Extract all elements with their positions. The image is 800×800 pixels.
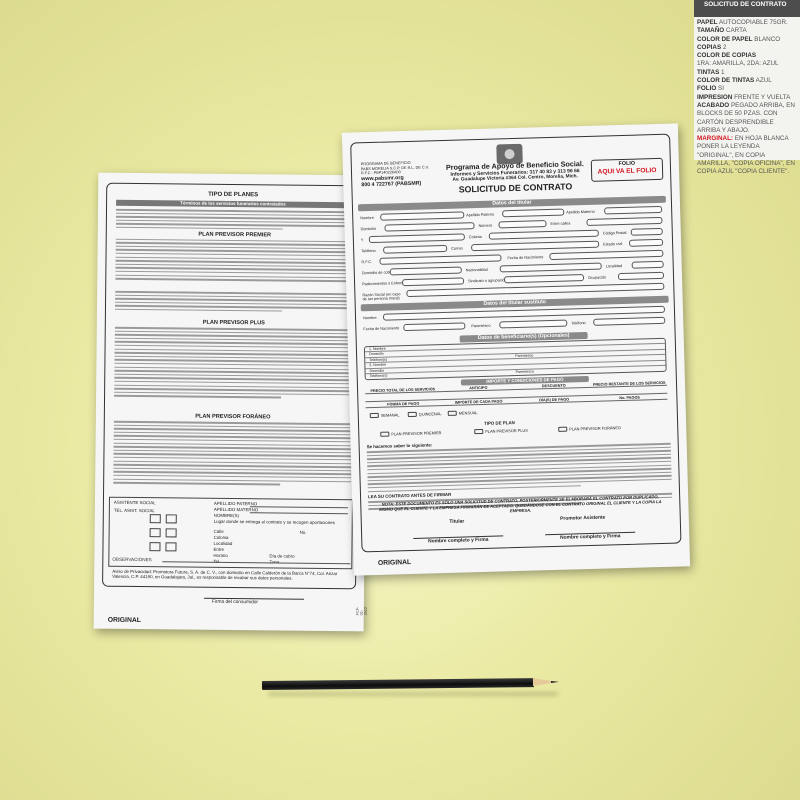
domicilio-field[interactable] bbox=[384, 222, 475, 232]
observaciones-label: OBSERVACIONES bbox=[112, 556, 152, 563]
nacionalidad-field[interactable] bbox=[499, 262, 602, 273]
label-ap-paterno: Apellido Paterno bbox=[466, 212, 495, 218]
tipo-plan-label: TIPO DE PLAN bbox=[483, 420, 515, 426]
label-rfc: R.F.C. bbox=[361, 259, 373, 265]
label-estado-civil: Estado civil bbox=[603, 241, 623, 247]
titular-fields: Nombre Apellido Paterno Apellido Materno… bbox=[360, 205, 665, 302]
back-text-block bbox=[114, 290, 354, 317]
label-tel-asistente: TEL. ASIST. SOCIAL bbox=[113, 507, 155, 514]
spec-panel-title: SOLICITUD DE CONTRATO bbox=[694, 0, 800, 17]
parentesco-sust-field[interactable] bbox=[499, 319, 568, 329]
spec-item: COLOR DE PAPEL BLANCO bbox=[697, 35, 781, 43]
section-foraneo: PLAN PREVISOR FORÁNEO bbox=[195, 413, 271, 421]
domicilio-cobro-field[interactable] bbox=[389, 266, 462, 276]
telefono-field[interactable] bbox=[383, 244, 448, 254]
spec-item: TINTAS 1 bbox=[697, 68, 725, 76]
spec-item: ACABADO PEGADO ARRIBA, EN BLOCKS DE 50 P… bbox=[697, 101, 795, 134]
label-asistente: ASISTENTE SOCIAL bbox=[113, 499, 156, 506]
label-ocupacion: Ocupación bbox=[587, 275, 607, 280]
header-center-block: Programa de Apoyo de Beneficio Social. I… bbox=[435, 159, 596, 195]
label-y: Y bbox=[360, 238, 364, 243]
checkbox-semanal[interactable]: SEMANAL bbox=[369, 412, 399, 419]
correo-field[interactable] bbox=[471, 240, 600, 252]
label-codigo-postal: Código Postal bbox=[602, 230, 627, 236]
label-sindicato: Sindicato o agrupación bbox=[468, 278, 507, 284]
label-telefono: Teléfono bbox=[361, 248, 376, 254]
y-field[interactable] bbox=[368, 233, 465, 244]
spec-item: IMPRESION FRENTE Y VUELTA bbox=[697, 93, 791, 101]
firma-consumidor: Firma del consumidor bbox=[211, 599, 259, 606]
label-colonia: Colonia bbox=[213, 534, 229, 540]
front-original-label: ORIGINAL bbox=[377, 559, 412, 567]
estado-civil-field[interactable] bbox=[628, 238, 664, 247]
label-razon-social: Razón Social (en caso de ser persona mor… bbox=[362, 292, 401, 302]
ap-paterno-field[interactable] bbox=[502, 208, 565, 218]
numero-field[interactable] bbox=[498, 220, 547, 229]
back-text-block: PLAN PREVISOR PLUS bbox=[114, 317, 353, 411]
label-localidad: Localidad bbox=[605, 264, 623, 269]
spec-panel: SOLICITUD DE CONTRATO PAPEL AUTOCOPIABLE… bbox=[694, 0, 800, 175]
ap-materno-field[interactable] bbox=[604, 205, 663, 215]
label-fecha-nac: Fecha de Nacimiento bbox=[507, 255, 544, 261]
padecimientos-field[interactable] bbox=[401, 277, 465, 287]
label-calle: Calle bbox=[213, 528, 224, 534]
ocupacion-field[interactable] bbox=[617, 271, 665, 281]
colonia-field[interactable] bbox=[488, 229, 599, 240]
label-telefono-sust: Teléfono bbox=[571, 321, 586, 326]
section-plus: PLAN PREVISOR PLUS bbox=[202, 319, 265, 327]
front-sheet: PROGRAMA DE BENEFICIO PABS MORELIA S.C.P… bbox=[341, 123, 691, 576]
localidad-field[interactable] bbox=[631, 260, 664, 269]
label-parentesco-sust: Parentesco bbox=[471, 323, 491, 329]
label-nacionalidad: Nacionalidad bbox=[465, 267, 488, 273]
label-entre: Entre bbox=[213, 546, 224, 552]
back-original-label: ORIGINAL bbox=[107, 616, 141, 625]
label-ap-materno: Apellido Materno bbox=[566, 209, 595, 215]
label-lugar-entrega: Lugar donde se entrega el contrato y se … bbox=[213, 518, 335, 526]
pencil-icon bbox=[261, 677, 562, 690]
label-colonia: Colonia bbox=[468, 234, 482, 240]
checkbox-quincenal[interactable]: QUINCENAL bbox=[407, 411, 442, 418]
codigo-postal-field[interactable] bbox=[630, 227, 663, 236]
label-nombres: NOMBRE(S) bbox=[213, 512, 239, 519]
label-localidad: Localidad bbox=[213, 540, 233, 547]
nombre-field[interactable] bbox=[380, 211, 465, 221]
fecha-nac-field[interactable] bbox=[549, 249, 664, 261]
rfc-field[interactable] bbox=[379, 254, 502, 265]
label-nombre-sust: Nombre bbox=[363, 315, 377, 321]
back-text-block: PLAN PREVISOR FORÁNEO bbox=[113, 411, 352, 497]
checkbox-mensual[interactable]: MENSUAL bbox=[447, 410, 478, 416]
label-entre-calles: Entre calles bbox=[550, 221, 571, 226]
spec-item: FOLIO SI bbox=[697, 85, 724, 93]
folio-box: FOLIO AQUI VA EL FOLIO bbox=[590, 157, 664, 182]
spec-item: COPIAS 2 bbox=[697, 43, 727, 51]
spec-item: COLOR DE TINTAS AZUL bbox=[697, 77, 772, 85]
label-correo: Correo bbox=[451, 246, 463, 251]
label-no: No. bbox=[299, 529, 307, 535]
label-nombre: Nombre bbox=[360, 215, 374, 221]
label-domicilio: Domicilio bbox=[360, 226, 377, 232]
back-side-code: FCF-01-2022 bbox=[355, 606, 368, 616]
telefono-sust-field[interactable] bbox=[593, 316, 666, 326]
label-fecha-nac-sust: Fecha de Nacimiento bbox=[363, 326, 400, 332]
sindicato-field[interactable] bbox=[503, 274, 585, 284]
label-domicilio-cobro: Domicilio de cobro bbox=[361, 270, 394, 276]
label-numero: Número bbox=[478, 223, 493, 228]
section-premier: PLAN PREVISOR PREMIER bbox=[198, 231, 272, 238]
pencil-shadow bbox=[268, 692, 558, 696]
back-sheet: TIPO DE PLANES Términos de los servicios… bbox=[93, 172, 369, 632]
spec-item: MARGINAL: EN HOJA BLANCA PONER LA LEYEND… bbox=[697, 135, 795, 176]
label-dia-cobro: Día de cobro bbox=[269, 553, 295, 559]
fecha-nac-sust-field[interactable] bbox=[403, 322, 466, 332]
spec-item: COLOR DE COPIAS 1RA: AMARILLA, 2DA: AZUL bbox=[697, 52, 779, 68]
label-horario: Horario bbox=[213, 552, 228, 558]
entre-calles-field[interactable] bbox=[586, 216, 663, 226]
folio-value: AQUI VA EL FOLIO bbox=[597, 167, 657, 176]
back-text-block: PLAN PREVISOR PREMIER bbox=[115, 208, 355, 291]
spec-item: TAMAÑO CARTA bbox=[697, 27, 747, 35]
